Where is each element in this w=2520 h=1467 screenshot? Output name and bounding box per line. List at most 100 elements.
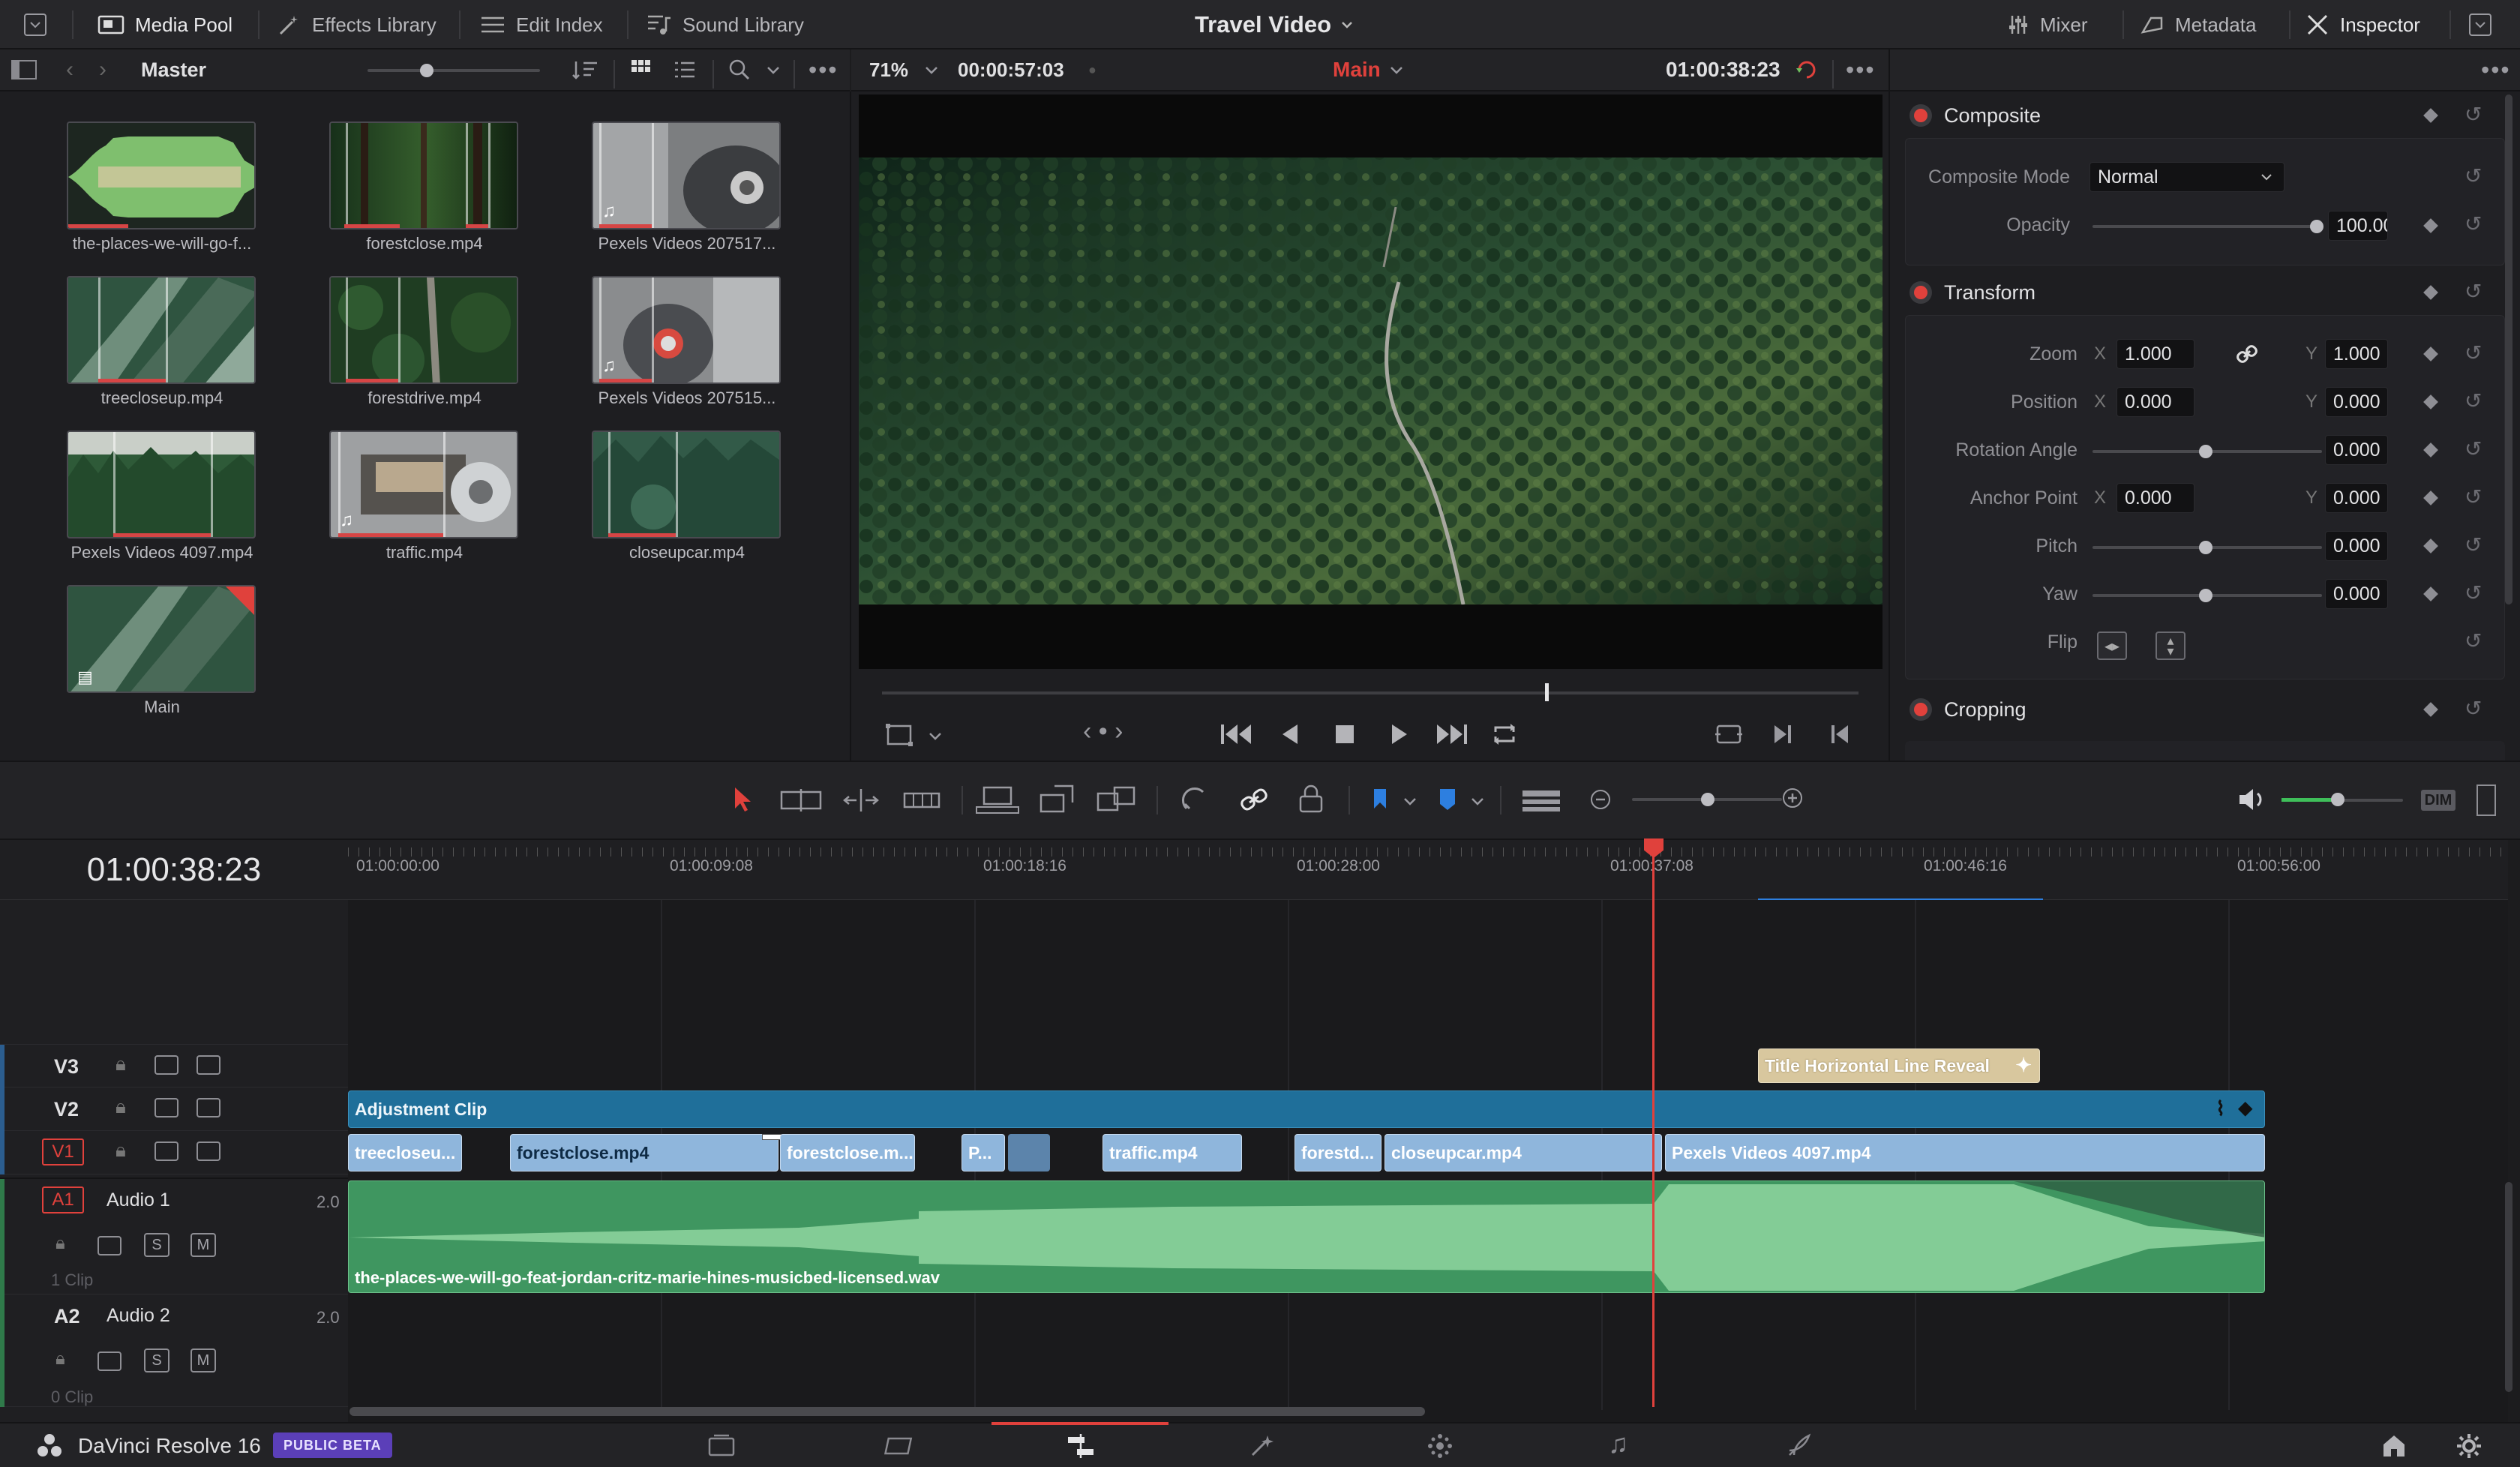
enable-toggle[interactable] (1914, 703, 1928, 716)
reset-icon[interactable]: ↺ (2464, 102, 2482, 127)
sound-library-tab[interactable]: Sound Library (646, 0, 804, 50)
reset-icon[interactable]: ↺ (2464, 580, 2482, 605)
timeline-timecode[interactable]: 01:00:38:23 (0, 840, 348, 900)
media-clip-thumbnail[interactable]: ♫ (592, 122, 781, 230)
media-clip-thumbnail[interactable]: ♫ (329, 430, 518, 538)
color-page-icon[interactable] (1426, 1432, 1454, 1460)
anchor-x-field[interactable]: 0.000 (2116, 483, 2194, 513)
media-clip-thumbnail[interactable]: ♫ (592, 276, 781, 384)
back-arrow-icon[interactable]: ‹ (66, 57, 74, 82)
mute-button[interactable]: M (190, 1233, 216, 1257)
video-frame[interactable] (859, 94, 1882, 669)
flip-horizontal-icon[interactable]: ◂▸ (2097, 632, 2127, 660)
position-x-field[interactable]: 0.000 (2116, 387, 2194, 417)
adjustment-clip[interactable]: Adjustment Clip ⌇ ◆ (348, 1090, 2265, 1128)
reset-icon[interactable]: ↺ (2464, 212, 2482, 236)
lock-icon[interactable]: 🔒︎ (116, 1052, 126, 1076)
composite-mode-select[interactable]: Normal (2090, 162, 2284, 192)
selection-tool-icon[interactable] (732, 786, 754, 813)
opacity-field[interactable]: 100.00 (2328, 211, 2388, 241)
rotation-knob[interactable] (2199, 445, 2212, 458)
media-page-icon[interactable] (708, 1434, 735, 1458)
video-clip[interactable]: treecloseu... (348, 1134, 462, 1172)
workspace-options-icon[interactable] (2468, 0, 2504, 50)
chevron-down-icon[interactable] (1470, 794, 1485, 808)
workspace-menu-icon[interactable] (22, 0, 58, 50)
project-title[interactable]: Travel Video (1125, 0, 1425, 50)
trim-tool-icon[interactable] (780, 788, 822, 813)
dim-button[interactable]: DIM (2421, 790, 2456, 811)
media-clip-thumbnail[interactable] (67, 276, 256, 384)
video-clip[interactable]: traffic.mp4 (1102, 1134, 1242, 1172)
more-options-icon[interactable]: ••• (808, 56, 838, 84)
auto-select-icon[interactable] (98, 1236, 122, 1256)
media-clip-thumbnail[interactable] (67, 122, 256, 230)
pitch-field[interactable]: 0.000 (2325, 531, 2388, 561)
lock-icon[interactable]: 🔒︎ (56, 1233, 65, 1254)
audio-meter-icon[interactable] (2476, 784, 2496, 816)
yaw-field[interactable]: 0.000 (2325, 579, 2388, 609)
reset-icon[interactable]: ↺ (2464, 436, 2482, 461)
auto-select-icon[interactable] (154, 1098, 178, 1118)
viewer-zoom[interactable]: 71% (869, 58, 908, 82)
forward-arrow-icon[interactable]: › (99, 57, 106, 82)
video-clip[interactable]: closeupcar.mp4 (1384, 1134, 1662, 1172)
insert-clip-icon[interactable] (975, 784, 1020, 814)
enable-toggle[interactable] (1914, 109, 1928, 122)
video-clip[interactable]: P... (962, 1134, 1005, 1172)
flag-icon[interactable] (1371, 788, 1389, 812)
title-clip[interactable]: Title Horizontal Line Reveal ✦ (1758, 1048, 2040, 1083)
viewer-playhead[interactable] (1545, 683, 1549, 701)
loop-icon[interactable] (1491, 722, 1518, 747)
lock-icon[interactable]: 🔒︎ (116, 1095, 126, 1119)
cropping-section-header[interactable]: Cropping (1905, 688, 2505, 730)
fusion-page-icon[interactable] (1248, 1432, 1275, 1460)
sync-icon[interactable] (1793, 56, 1820, 83)
mute-button[interactable]: M (190, 1348, 216, 1372)
dynamic-trim-icon[interactable] (842, 788, 880, 813)
composite-section-header[interactable]: Composite (1905, 94, 2505, 136)
chevron-down-icon[interactable] (1388, 62, 1405, 78)
viewer-scrubber[interactable] (882, 692, 1858, 694)
reset-icon[interactable]: ↺ (2464, 279, 2482, 304)
zoom-y-field[interactable]: 1.000 (2325, 339, 2388, 369)
zoom-in-icon[interactable] (1780, 786, 1804, 810)
lock-icon[interactable]: 🔒︎ (116, 1138, 126, 1162)
volume-knob[interactable] (2331, 793, 2344, 806)
chevron-down-icon[interactable] (1402, 794, 1418, 808)
timeline-zoom-knob[interactable] (1701, 793, 1714, 806)
timeline-thumbnail[interactable]: ▤ (67, 585, 256, 693)
track-destination-a1[interactable]: A1 (42, 1186, 84, 1214)
reset-icon[interactable]: ↺ (2464, 696, 2482, 721)
track-visibility-icon[interactable] (196, 1055, 220, 1075)
sidebar-toggle-icon[interactable] (10, 58, 38, 81)
opacity-knob[interactable] (2310, 220, 2324, 233)
video-clip[interactable]: Pexels Videos 4097.mp4 (1665, 1134, 2265, 1172)
solo-button[interactable]: S (144, 1233, 170, 1257)
reset-icon[interactable]: ↺ (2464, 388, 2482, 413)
volume-slider[interactable] (2338, 799, 2403, 802)
track-visibility-icon[interactable] (196, 1142, 220, 1161)
home-icon[interactable] (2380, 1432, 2408, 1458)
timeline-name[interactable]: Main (1333, 58, 1381, 82)
linked-selection-icon[interactable] (1239, 786, 1269, 813)
inspector-scrollbar[interactable] (2505, 94, 2512, 604)
play-icon[interactable] (1388, 723, 1410, 746)
pitch-knob[interactable] (2199, 541, 2212, 554)
audio-clip[interactable]: the-places-we-will-go-feat-jordan-critz-… (348, 1180, 2265, 1293)
track-destination-v1[interactable]: V1 (42, 1138, 84, 1166)
inspector-tab[interactable]: Inspector (2306, 0, 2420, 50)
lock-icon[interactable]: 🔒︎ (56, 1348, 65, 1370)
search-icon[interactable] (728, 58, 752, 82)
video-clip[interactable]: forestd... (1294, 1134, 1382, 1172)
video-clip[interactable]: forestclose.mp4 (510, 1134, 778, 1172)
chevron-down-icon[interactable] (765, 62, 782, 78)
reset-icon[interactable]: ↺ (2464, 484, 2482, 509)
video-clip[interactable] (1008, 1134, 1050, 1172)
settings-gear-icon[interactable] (2456, 1432, 2482, 1460)
zoom-x-field[interactable]: 1.000 (2116, 339, 2194, 369)
media-clip-thumbnail[interactable] (67, 430, 256, 538)
marker-icon[interactable] (1438, 788, 1456, 812)
go-to-start-icon[interactable] (1220, 722, 1252, 747)
thumbnail-size-knob[interactable] (420, 64, 434, 77)
